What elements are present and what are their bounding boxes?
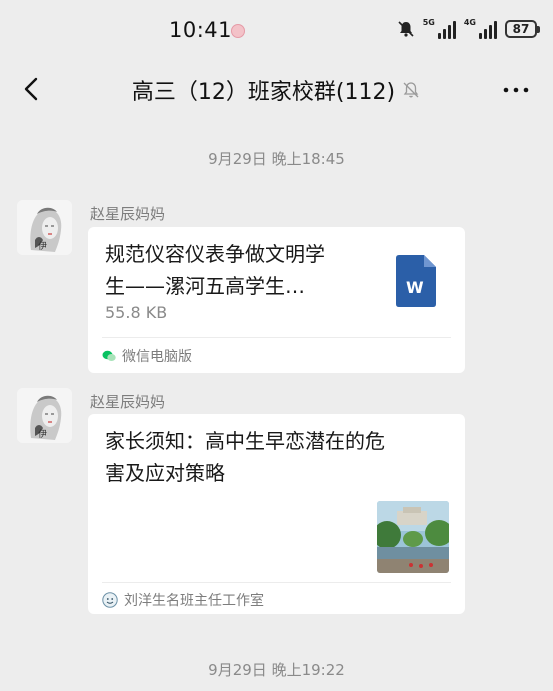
article-message-card[interactable]: 家长须知：高中生早恋潜在的危 害及应对策略 刘洋生名班主任工作室 xyxy=(88,414,465,614)
notification-dot-icon xyxy=(231,24,245,38)
mute-bell-icon xyxy=(398,21,414,37)
status-time: 10:41 xyxy=(169,18,233,42)
file-type-letter: W xyxy=(406,278,424,297)
file-title-line: 规范仪容仪表争做文明学 xyxy=(105,242,325,266)
avatar-portrait-icon: 伊 xyxy=(17,388,72,443)
message-source: 微信电脑版 xyxy=(102,346,192,366)
signal-5g-icon: 5G xyxy=(423,19,456,39)
source-label: 微信电脑版 xyxy=(122,349,192,365)
message-timestamp: 9月29日 晚上18:45 xyxy=(208,150,345,168)
chat-header: 高三（12）班家校群(112) xyxy=(0,58,553,122)
chat-title-container: 高三（12）班家校群(112) xyxy=(0,74,553,106)
status-bar: 10:41 5G 4G 87 xyxy=(0,0,553,56)
file-title-line: 生——漯河五高学生… xyxy=(105,274,305,298)
card-divider xyxy=(102,337,451,338)
article-thumbnail xyxy=(377,501,449,573)
svg-text:伊: 伊 xyxy=(38,240,47,252)
mute-notifications-icon xyxy=(403,82,419,98)
article-title-line: 家长须知：高中生早恋潜在的危 xyxy=(105,429,385,453)
avatar[interactable]: 伊 xyxy=(17,388,72,443)
avatar-portrait-icon: 伊 xyxy=(17,200,72,255)
svg-text:伊: 伊 xyxy=(38,428,47,440)
file-size: 55.8 KB xyxy=(105,303,168,322)
word-document-icon: W xyxy=(396,255,436,307)
sender-name: 赵星辰妈妈 xyxy=(90,205,166,223)
message-timestamp: 9月29日 晚上19:22 xyxy=(208,661,345,679)
battery-level: 87 xyxy=(512,22,530,36)
battery-icon: 87 xyxy=(505,20,540,38)
avatar[interactable]: 伊 xyxy=(17,200,72,255)
more-options-icon[interactable] xyxy=(501,78,531,102)
status-icons: 5G 4G 87 xyxy=(397,17,540,41)
card-divider xyxy=(102,582,451,583)
sender-name: 赵星辰妈妈 xyxy=(90,393,166,411)
official-account-icon xyxy=(102,592,118,608)
source-label: 刘洋生名班主任工作室 xyxy=(124,593,264,609)
message-source: 刘洋生名班主任工作室 xyxy=(102,590,264,610)
chat-title: 高三（12）班家校群(112) xyxy=(131,80,396,105)
file-message-card[interactable]: 规范仪容仪表争做文明学 生——漯河五高学生… 55.8 KB W 微信电脑版 xyxy=(88,227,465,373)
article-title-line: 害及应对策略 xyxy=(105,461,225,485)
signal-4g-icon: 4G xyxy=(464,19,497,39)
wechat-icon xyxy=(102,350,116,361)
